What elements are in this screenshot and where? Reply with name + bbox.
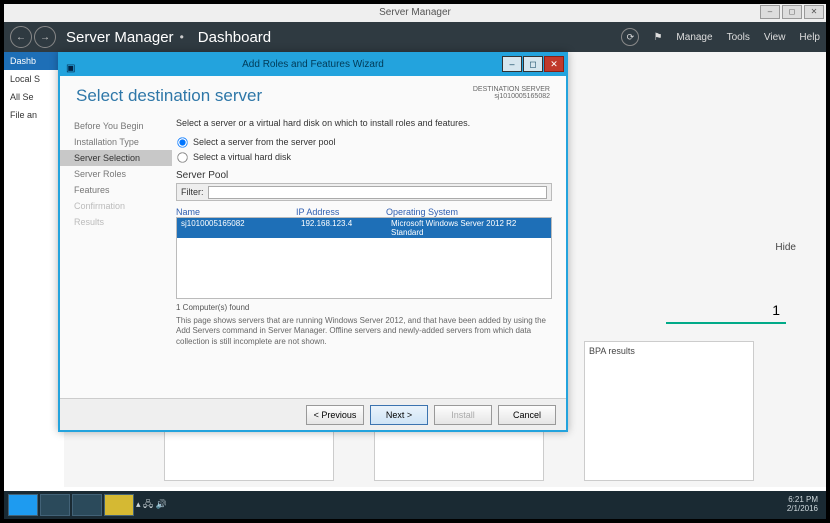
window-close-button[interactable]: ✕ [804,5,824,19]
app-title: Server Manager [379,7,451,18]
col-ip[interactable]: IP Address [296,207,386,217]
wizard-step-roles[interactable]: Server Roles [74,166,172,182]
wizard-nav: Before You Begin Installation Type Serve… [60,114,172,412]
clock[interactable]: 6:21 PM 2/1/2016 [787,496,822,514]
radio-server-pool[interactable]: Select a server from the server pool [176,136,552,149]
server-ip: 192.168.123.4 [297,218,387,238]
hide-link[interactable]: Hide [775,242,796,253]
wizard-step-confirm: Confirmation [74,198,172,214]
previous-button[interactable]: < Previous [306,405,364,425]
col-name[interactable]: Name [176,207,296,217]
add-roles-features-wizard: ▣ Add Roles and Features Wizard – ◻ ✕ Se… [58,52,568,432]
window-maximize-button[interactable]: ◻ [782,5,802,19]
server-os: Microsoft Windows Server 2012 R2 Standar… [387,218,551,238]
tray-icons[interactable]: ▴ 🖧 🔊 [136,497,167,513]
wizard-step-type[interactable]: Installation Type [74,134,172,150]
menu-view[interactable]: View [764,32,786,43]
wizard-heading: Select destination server [76,86,262,106]
computers-found: 1 Computer(s) found [176,303,552,312]
nav-item-file[interactable]: File an [4,106,64,124]
server-pool-list[interactable]: sj1010005165082 192.168.123.4 Microsoft … [176,217,552,299]
wizard-instruction: Select a server or a virtual hard disk o… [176,118,552,128]
breadcrumb-page: Dashboard [198,29,271,46]
filter-label: Filter: [181,187,204,197]
wizard-step-before[interactable]: Before You Begin [74,118,172,134]
destination-label: DESTINATION SERVER [473,86,550,93]
start-button[interactable] [8,494,38,516]
wizard-titlebar: ▣ Add Roles and Features Wizard – ◻ ✕ [60,54,566,76]
breadcrumb-separator: • [180,30,184,44]
status-count: 1 [666,302,786,324]
server-row[interactable]: sj1010005165082 192.168.123.4 Microsoft … [177,218,551,238]
task-powershell[interactable] [72,494,102,516]
bpa-panel-3: BPA results [584,341,754,481]
page-description: This page shows servers that are running… [176,316,552,347]
nav-forward-button[interactable]: → [34,26,56,48]
menu-help[interactable]: Help [799,32,820,43]
wizard-minimize-button[interactable]: – [502,56,522,72]
destination-server: sj1010005165082 [473,93,550,100]
wizard-icon: ▣ [66,58,75,80]
task-explorer[interactable] [104,494,134,516]
cancel-button[interactable]: Cancel [498,405,556,425]
next-button[interactable]: Next > [370,405,428,425]
wizard-maximize-button[interactable]: ◻ [523,56,543,72]
window-minimize-button[interactable]: – [760,5,780,19]
wizard-step-results: Results [74,214,172,230]
radio-vhd[interactable]: Select a virtual hard disk [176,151,552,164]
header-bar: ← → Server Manager • Dashboard ⟳ ⚑ Manag… [4,22,826,52]
menu-tools[interactable]: Tools [727,32,750,43]
server-pool-label: Server Pool [176,170,552,181]
server-manager-window: Server Manager – ◻ ✕ ← → Server Manager … [4,4,826,519]
filter-input[interactable] [208,186,548,199]
menu-manage[interactable]: Manage [676,32,712,43]
server-name: sj1010005165082 [177,218,297,238]
refresh-icon[interactable]: ⟳ [621,28,639,46]
wizard-title: Add Roles and Features Wizard [242,59,384,70]
install-button: Install [434,405,492,425]
app-titlebar: Server Manager – ◻ ✕ [4,4,826,22]
wizard-close-button[interactable]: ✕ [544,56,564,72]
wizard-step-selection[interactable]: Server Selection [60,150,172,166]
taskbar: ▴ 🖧 🔊 6:21 PM 2/1/2016 [4,491,826,519]
nav-item-local-server[interactable]: Local S [4,70,64,88]
nav-back-button[interactable]: ← [10,26,32,48]
left-nav: Dashb Local S All Se File an [4,52,64,124]
flag-icon[interactable]: ⚑ [653,32,662,43]
task-server-manager[interactable] [40,494,70,516]
breadcrumb-app: Server Manager [66,29,174,46]
nav-item-dashboard[interactable]: Dashb [4,52,64,70]
col-os[interactable]: Operating System [386,207,552,217]
wizard-step-features[interactable]: Features [74,182,172,198]
nav-item-all-servers[interactable]: All Se [4,88,64,106]
